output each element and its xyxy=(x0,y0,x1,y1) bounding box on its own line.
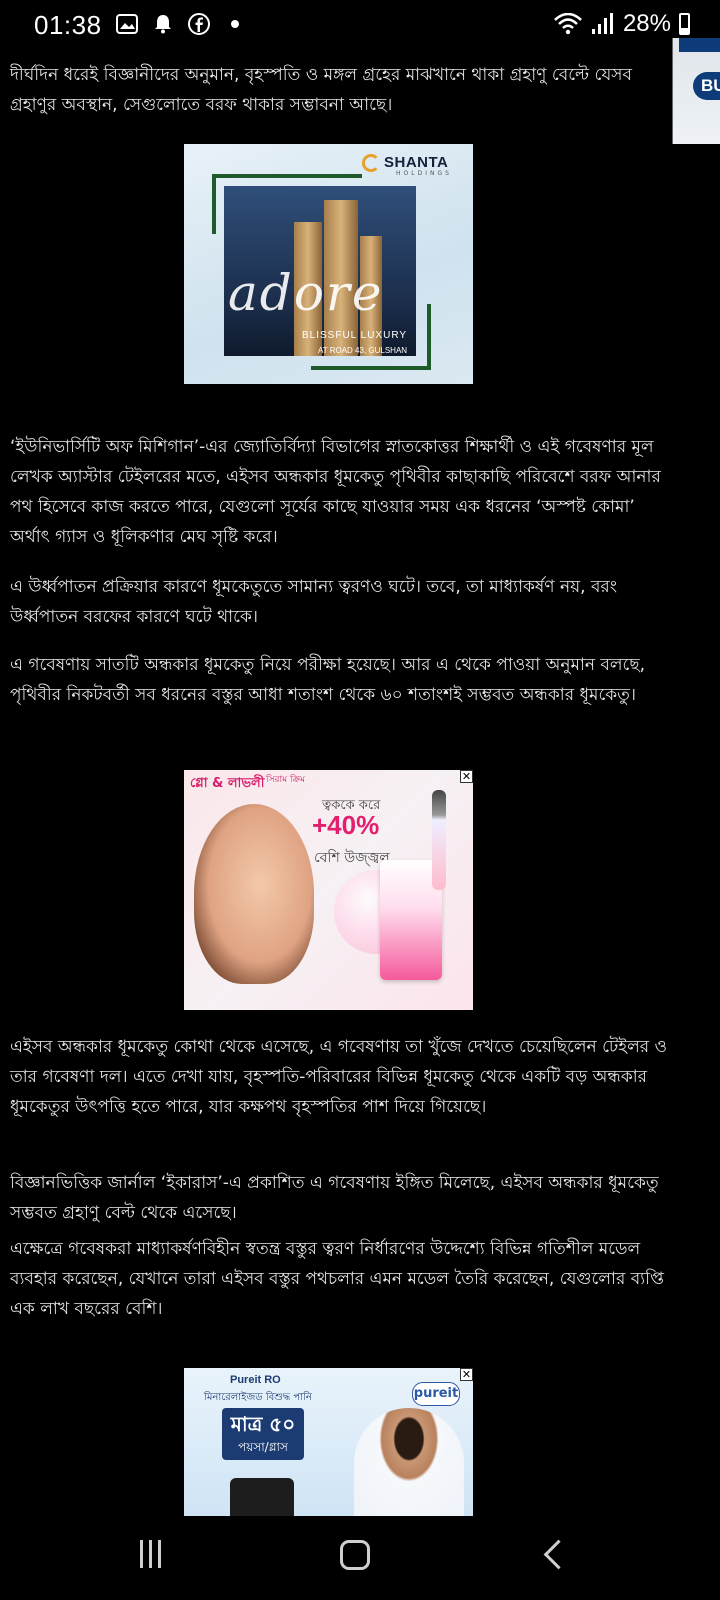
glow-brand-sub: সিরাম ক্রিম xyxy=(266,775,306,785)
glow-line-2: বেশি উজ্জ্বল xyxy=(314,850,390,866)
recent-apps-button[interactable] xyxy=(140,1540,161,1568)
battery-percent: 28% xyxy=(622,10,671,37)
article-paragraph-6: বিজ্ঞানভিত্তিক জার্নাল ‘ইকারাস’-এ প্রকাশ… xyxy=(10,1173,659,1223)
pureit-title: Pureit RO xyxy=(230,1374,281,1386)
ad-close-icon[interactable]: ✕ xyxy=(460,770,473,783)
pureit-price-line-1: মাত্র ৫০ xyxy=(230,1412,296,1436)
article-paragraph-5: এইসব অন্ধকার ধূমকেতু কোথা থেকে এসেছে, এ … xyxy=(10,1037,668,1117)
shanta-brand: SHANTA xyxy=(384,154,449,171)
adore-script: adore xyxy=(228,264,384,322)
status-bar: 01:38 28% xyxy=(0,0,720,52)
notification-bell-icon xyxy=(152,13,174,35)
status-right: 28% xyxy=(553,10,690,38)
side-banner-ad[interactable]: BU xyxy=(672,38,720,144)
article-paragraph-3: এ উর্ধ্বপাতন প্রক্রিয়ার কারণে ধূমকেতুতে… xyxy=(10,577,618,627)
shanta-tagline: BLISSFUL LUXURY xyxy=(302,330,408,341)
side-ad-bar xyxy=(679,38,720,52)
glow-brand: গ্লো & লাভলী xyxy=(190,776,265,791)
home-button[interactable] xyxy=(340,1540,370,1570)
glow-percent: +40% xyxy=(312,810,380,840)
pureit-logo: pureit xyxy=(412,1382,460,1406)
article-paragraph-2: ‘ইউনিভার্সিটি অফ মিশিগান’-এর জ্যোতির্বিদ… xyxy=(10,437,661,547)
pureit-ad-banner[interactable]: ✕ Pureit RO মিনারেলাইজড বিশুদ্ধ পানি মাত… xyxy=(184,1368,473,1516)
back-button[interactable] xyxy=(543,1539,574,1570)
man-image xyxy=(354,1408,464,1516)
shanta-brand-sub: HOLDINGS xyxy=(396,170,452,177)
facebook-icon xyxy=(188,13,210,35)
shanta-logo-icon xyxy=(362,154,380,172)
image-icon xyxy=(116,13,138,35)
pureit-subtitle: মিনারেলাইজড বিশুদ্ধ পানি xyxy=(204,1392,312,1403)
glow-lovely-ad-banner[interactable]: ✕ গ্লো & লাভলী সিরাম ক্রিম ত্বককে করে +4… xyxy=(184,770,473,1010)
shanta-location: AT ROAD 43, GULSHAN xyxy=(318,346,408,355)
article-paragraph-1: দীর্ঘদিন ধরেই বিজ্ঞানীদের অনুমান, বৃহস্প… xyxy=(10,65,632,115)
serum-dropper-image xyxy=(432,790,446,890)
status-time: 01:38 xyxy=(34,10,102,40)
system-nav-bar xyxy=(0,1516,720,1600)
wifi-icon xyxy=(553,13,583,35)
purifier-image xyxy=(230,1478,294,1516)
status-icons-left xyxy=(116,13,246,35)
pureit-price-box: মাত্র ৫০ পয়সা/গ্লাস xyxy=(222,1408,304,1460)
signal-icon xyxy=(591,13,615,35)
battery-icon xyxy=(679,13,690,35)
ad-close-icon[interactable]: ✕ xyxy=(460,1368,473,1381)
dot-icon xyxy=(224,13,246,35)
article-paragraph-7: এক্ষেত্রে গবেষকরা মাধ্যাকর্ষণবিহীন স্বতন… xyxy=(10,1239,664,1319)
article-paragraph-4: এ গবেষণায় সাতটি অন্ধকার ধূমকেতু নিয়ে প… xyxy=(10,655,646,705)
pureit-price-line-2: পয়সা/গ্লাস xyxy=(238,1440,288,1454)
model-face-image xyxy=(194,804,314,984)
side-ad-label: BU xyxy=(693,72,720,100)
shanta-ad-banner[interactable]: SHANTA HOLDINGS adore BLISSFUL LUXURY AT… xyxy=(184,144,473,384)
